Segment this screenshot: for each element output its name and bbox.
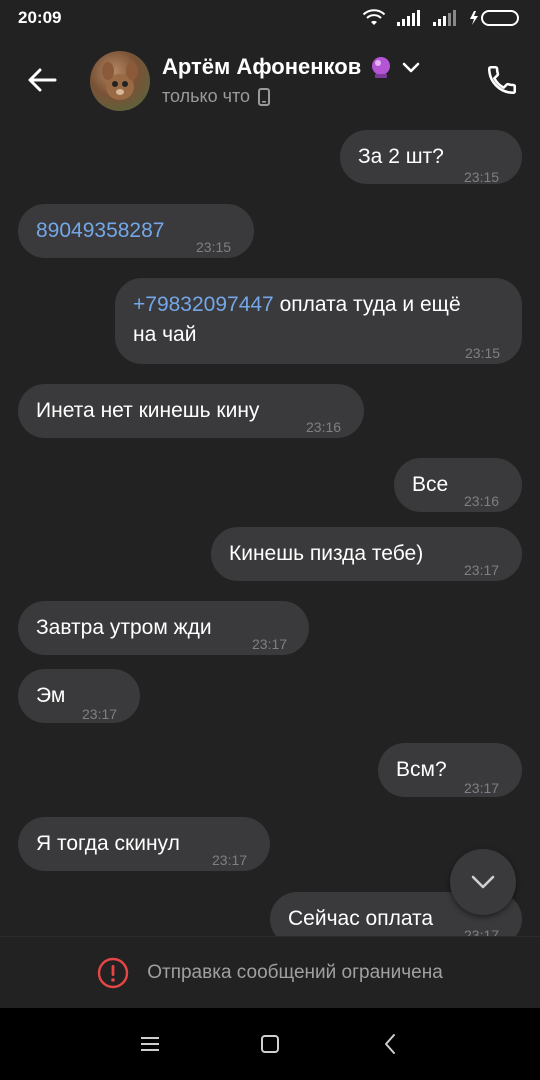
home-button[interactable] xyxy=(250,1024,290,1064)
message-text: Сейчас оплата xyxy=(288,907,434,930)
message-bubble-outgoing[interactable]: Кинешь пизда тебе) 23:17 xyxy=(211,527,522,581)
message-text: Все xyxy=(412,473,449,496)
chevron-down-icon xyxy=(471,875,495,889)
menu-icon xyxy=(141,1037,159,1051)
message-text: оплата туда и ещё xyxy=(273,293,461,316)
message-bubble-incoming[interactable]: Эм 23:17 xyxy=(18,669,140,723)
signal-icon-2 xyxy=(433,10,456,26)
message-text: Эм xyxy=(36,684,66,707)
scroll-to-bottom-button[interactable] xyxy=(450,849,516,915)
contact-name: Артём Афоненков xyxy=(162,54,362,79)
presence-text: только что xyxy=(162,86,251,106)
messaging-restricted-bar: Отправка сообщений ограничена xyxy=(0,936,540,1009)
phone-icon xyxy=(487,65,517,95)
message-text: Я тогда скинул xyxy=(36,832,180,855)
presence-status: только что xyxy=(162,86,271,107)
status-bar: 20:09 xyxy=(0,0,540,36)
message-time: 23:16 xyxy=(464,493,500,509)
message-time: 23:17 xyxy=(212,852,248,868)
chevron-left-icon xyxy=(385,1034,395,1054)
menu-button[interactable] xyxy=(130,1024,170,1064)
message-time: 23:17 xyxy=(252,636,288,652)
message-bubble-incoming[interactable]: Завтра утром жди 23:17 xyxy=(18,601,309,655)
message-text-line2: на чай xyxy=(133,323,197,346)
mobile-phone-icon xyxy=(258,87,271,106)
message-time: 23:17 xyxy=(464,927,500,936)
battery-icon xyxy=(470,10,519,26)
message-bubble-incoming[interactable]: 89049358287 23:15 xyxy=(18,204,254,258)
message-list[interactable]: За 2 шт? 23:15 89049358287 23:15 +798320… xyxy=(0,126,540,936)
chevron-down-icon xyxy=(402,62,420,73)
message-bubble-outgoing[interactable]: За 2 шт? 23:15 xyxy=(340,130,522,185)
message-time: 23:17 xyxy=(82,706,118,722)
contact-name-row[interactable]: Артём Афоненков xyxy=(162,54,421,80)
status-icons xyxy=(362,9,522,27)
error-icon xyxy=(98,957,129,989)
message-text: Кинешь пизда тебе) xyxy=(229,542,424,565)
wifi-icon xyxy=(362,9,386,25)
status-time: 20:09 xyxy=(18,8,62,27)
message-time: 23:15 xyxy=(465,345,501,361)
message-bubble-incoming[interactable]: Я тогда скинул 23:17 xyxy=(18,817,270,871)
message-phone-link[interactable]: 89049358287 xyxy=(36,216,164,246)
chat-header: Артём Афоненков только что xyxy=(0,36,540,126)
message-time: 23:16 xyxy=(306,419,342,435)
message-bubble-outgoing[interactable]: Все 23:16 xyxy=(394,458,522,512)
message-phone-link[interactable]: +79832097447 xyxy=(133,293,274,316)
message-bubble-outgoing[interactable]: Всм? 23:17 xyxy=(378,743,522,797)
message-time: 23:15 xyxy=(464,169,500,185)
message-time: 23:15 xyxy=(196,239,232,255)
message-text: Завтра утром жди xyxy=(36,616,212,639)
message-bubble-outgoing[interactable]: +79832097447 оплата туда и ещё на чай 23… xyxy=(115,278,522,364)
message-text-line1: +79832097447 оплата туда и ещё xyxy=(133,290,461,320)
restriction-notice: Отправка сообщений ограничена xyxy=(147,962,443,983)
crystal-ball-icon xyxy=(372,57,391,78)
message-text: За 2 шт? xyxy=(358,145,444,168)
message-time: 23:17 xyxy=(464,780,500,796)
avatar[interactable] xyxy=(90,51,150,111)
signal-icon xyxy=(397,10,420,26)
system-nav-bar xyxy=(0,1008,540,1080)
message-time: 23:17 xyxy=(464,562,500,578)
message-text: Инета нет кинешь кину xyxy=(36,399,260,422)
message-text: Всм? xyxy=(396,758,447,781)
message-bubble-incoming[interactable]: Инета нет кинешь кину 23:16 xyxy=(18,384,364,438)
arrow-left-icon xyxy=(28,68,57,92)
avatar-image-icon xyxy=(102,62,138,100)
nav-back-button[interactable] xyxy=(370,1024,410,1064)
home-square-icon xyxy=(261,1035,279,1053)
call-button[interactable] xyxy=(480,58,524,102)
back-button[interactable] xyxy=(22,60,62,100)
